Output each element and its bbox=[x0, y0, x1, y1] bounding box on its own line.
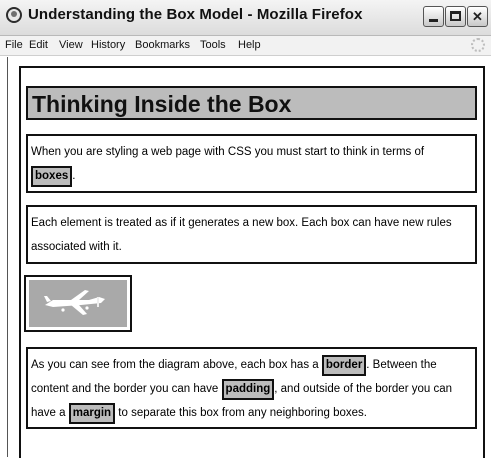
close-icon: ✕ bbox=[472, 9, 483, 24]
window-title: Understanding the Box Model - Mozilla Fi… bbox=[28, 6, 363, 23]
heading-box: Thinking Inside the Box bbox=[26, 86, 477, 120]
menu-view[interactable]: View bbox=[59, 39, 83, 51]
loading-throbber-icon bbox=[471, 38, 485, 52]
airplane-image bbox=[29, 280, 127, 327]
paragraph-2-text: Each element is treated as if it generat… bbox=[31, 217, 452, 253]
page-heading: Thinking Inside the Box bbox=[32, 91, 292, 117]
menu-tools[interactable]: Tools bbox=[200, 39, 226, 51]
menu-help[interactable]: Help bbox=[238, 39, 261, 51]
margin-tag: margin bbox=[68, 403, 116, 424]
paragraph-3: As you can see from the diagram above, e… bbox=[26, 347, 477, 429]
menu-bookmarks[interactable]: Bookmarks bbox=[135, 39, 190, 51]
minimize-button[interactable] bbox=[423, 6, 444, 27]
paragraph-3-text-4: to separate this box from any neighborin… bbox=[118, 407, 367, 419]
airplane-icon bbox=[44, 290, 105, 315]
image-box bbox=[24, 275, 132, 332]
paragraph-1: When you are styling a web page with CSS… bbox=[26, 134, 477, 193]
menu-history[interactable]: History bbox=[91, 39, 125, 51]
body-box: Thinking Inside the Box When you are sty… bbox=[19, 66, 485, 458]
menu-file[interactable]: File bbox=[5, 39, 23, 51]
paragraph-1-text: When you are styling a web page with CSS… bbox=[31, 146, 425, 158]
page-content[interactable]: Thinking Inside the Box When you are sty… bbox=[7, 57, 491, 458]
close-button[interactable]: ✕ bbox=[467, 6, 488, 27]
paragraph-2: Each element is treated as if it generat… bbox=[26, 205, 477, 264]
padding-tag: padding bbox=[221, 379, 275, 400]
paragraph-1-end: . bbox=[72, 170, 76, 182]
paragraph-3-text-1: As you can see from the diagram above, e… bbox=[31, 359, 319, 371]
minimize-icon bbox=[429, 19, 438, 22]
title-bar[interactable]: Understanding the Box Model - Mozilla Fi… bbox=[0, 0, 491, 36]
maximize-button[interactable] bbox=[445, 6, 466, 27]
border-tag: border bbox=[321, 355, 367, 376]
boxes-tag: boxes bbox=[31, 166, 73, 187]
maximize-icon bbox=[450, 11, 461, 21]
firefox-icon bbox=[6, 7, 22, 23]
menu-edit[interactable]: Edit bbox=[29, 39, 48, 51]
browser-window: Understanding the Box Model - Mozilla Fi… bbox=[0, 0, 491, 458]
menu-bar: File Edit View History Bookmarks Tools H… bbox=[0, 36, 491, 56]
